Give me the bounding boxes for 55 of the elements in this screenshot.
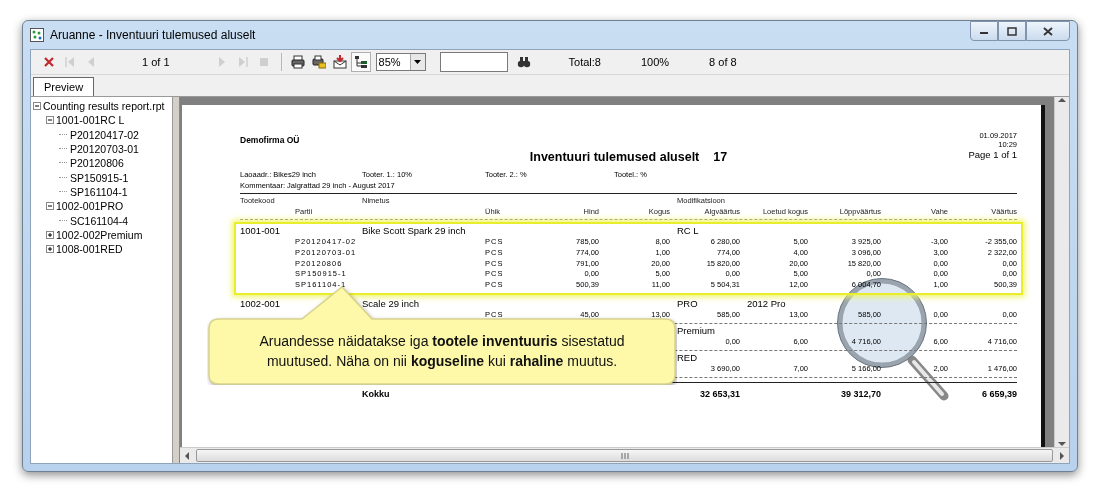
close-button[interactable] (1026, 21, 1070, 41)
tab[interactable]: Preview (33, 77, 95, 96)
tree-item[interactable]: SC161104-4 (70, 214, 129, 227)
zoom-dropdown[interactable]: 85% (375, 53, 426, 71)
collapse-icon[interactable] (33, 102, 41, 111)
tree-item[interactable]: P20120703-01 (70, 143, 139, 156)
modification: 2012 Pro (746, 299, 787, 311)
tree-item[interactable]: SP150915-1 (70, 171, 129, 184)
expand-icon[interactable] (46, 245, 54, 254)
tree-item[interactable]: Counting results report.rpt (43, 100, 165, 113)
toolbar-text: 100% (640, 56, 670, 68)
maximize-button[interactable] (998, 21, 1026, 41)
app-icon (30, 28, 44, 42)
report-number: 17 (713, 150, 728, 164)
tree-item[interactable]: 1002-002Premium (56, 228, 143, 241)
minimize-button[interactable] (970, 21, 998, 41)
product-code: 1001-001 (240, 225, 282, 237)
caret-icon[interactable] (414, 60, 422, 64)
modification: RED (676, 352, 699, 364)
toolbar-text: Total:8 (568, 56, 601, 68)
search-field[interactable] (439, 52, 508, 72)
total-cell-text: 6 659,39 (980, 388, 1017, 400)
modification: RC L (676, 225, 700, 237)
modification: Premium (676, 326, 716, 337)
scrollbar-thumb[interactable] (196, 449, 1053, 462)
scroll-left-icon[interactable] (184, 451, 190, 460)
window-title: Aruanne - Inventuuri tulemused aluselt (50, 28, 256, 42)
tree-item[interactable]: SP161104-1 (70, 185, 128, 198)
report-title: Inventuuri tulemused aluselt (529, 150, 700, 164)
product-code: 1002-001 (240, 299, 282, 311)
tree-item[interactable]: P20120806 (70, 157, 124, 170)
product-name: Bike Scott Spark 29 inch (362, 225, 467, 237)
modification: PRO (676, 299, 699, 311)
page-number: Page 1 of 1 (968, 149, 1017, 160)
maximize-icon[interactable] (1007, 26, 1017, 36)
callout-text: Aruandesse näidatakse iga tootele inventuuris sisestatud muutused. Näha on nii koguseline kui rahaline muutus. (258, 332, 626, 371)
tree-item[interactable]: 1001-001RC L (56, 114, 125, 127)
expand-icon[interactable] (46, 230, 54, 239)
tree-item[interactable]: P20120417-02 (70, 128, 139, 141)
toolbar-text: 1 of 1 (142, 56, 170, 68)
tree-item[interactable]: 1002-001PRO (56, 200, 124, 213)
grip-icon (620, 452, 629, 459)
total-cell-text: 39 312,70 (839, 388, 881, 400)
collapse-icon[interactable] (46, 116, 54, 125)
company-name: Demofirma OÜ (240, 135, 300, 147)
group-tree-button[interactable] (350, 52, 371, 72)
product-name: Scale 29 inch (362, 299, 421, 311)
tree-item[interactable]: 1008-001RED (56, 243, 123, 256)
total-cell-text: 32 653,31 (698, 388, 740, 400)
toolbar-text: 8 of 8 (709, 56, 737, 68)
collapse-icon[interactable] (46, 202, 54, 211)
scroll-up-icon[interactable] (1058, 97, 1066, 103)
close-icon[interactable] (1043, 26, 1053, 36)
scroll-right-icon[interactable] (1059, 451, 1065, 460)
totals-label: Kokku (362, 388, 391, 400)
